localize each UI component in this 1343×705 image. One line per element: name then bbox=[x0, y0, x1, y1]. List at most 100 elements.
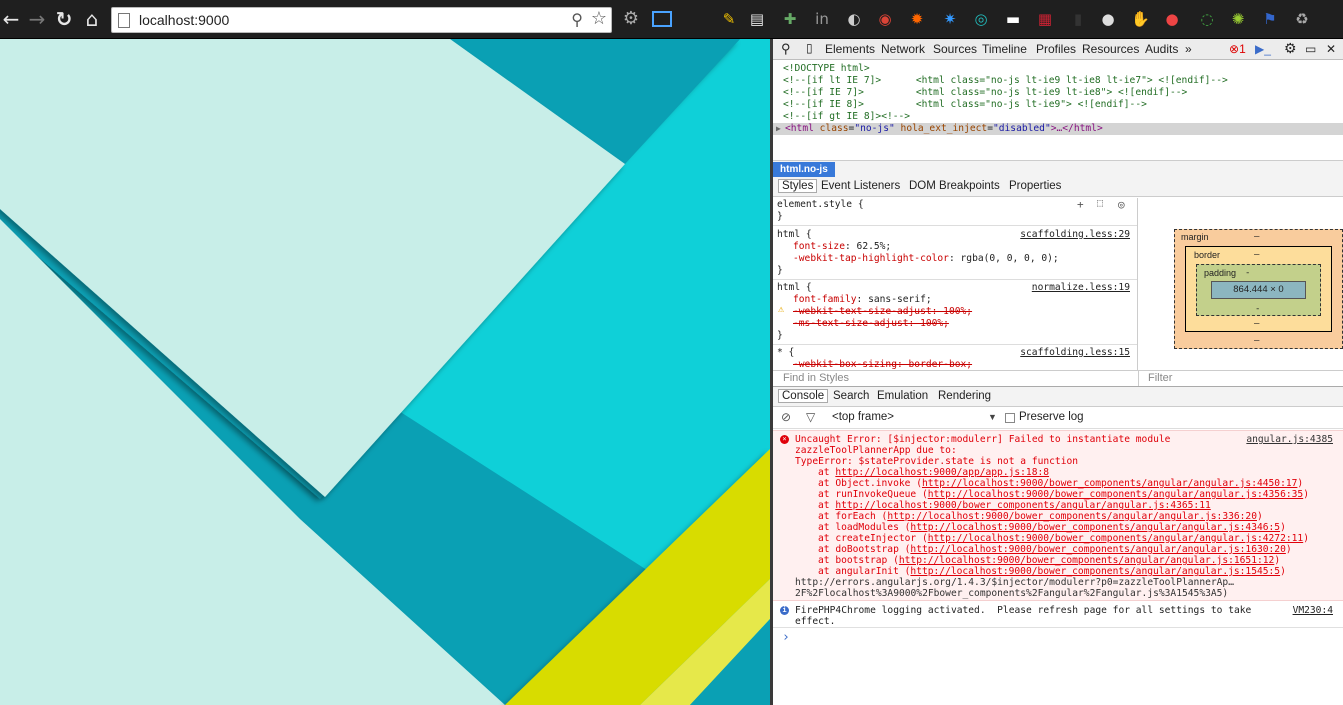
chat-icon[interactable]: ● bbox=[1099, 10, 1117, 28]
rule-source-link[interactable]: normalize.less:19 bbox=[1032, 282, 1130, 293]
fox-icon[interactable]: ✹ bbox=[908, 10, 926, 28]
box-border[interactable]: border – – padding - - 864.444 × 0 bbox=[1185, 246, 1332, 332]
toggle-state-icon[interactable]: ⬚ bbox=[1097, 198, 1103, 209]
console-prompt[interactable]: › bbox=[782, 630, 790, 645]
dom-comment[interactable]: <!--[if lt IE 7]> <html class="no-js lt-… bbox=[783, 75, 1228, 87]
grid-icon[interactable]: ▦ bbox=[1036, 10, 1054, 28]
tab-properties[interactable]: Properties bbox=[1009, 180, 1061, 192]
inspect-search-icon[interactable]: ⚲ bbox=[781, 41, 791, 57]
stack-frame-link[interactable]: http://localhost:9000/bower_components/a… bbox=[928, 489, 1303, 500]
rule-source-link[interactable]: scaffolding.less:15 bbox=[1020, 347, 1130, 358]
settings-gear-icon[interactable]: ⚙ bbox=[1284, 40, 1297, 57]
filter-funnel-icon[interactable]: ▽ bbox=[806, 410, 815, 424]
element-style-selector[interactable]: element.style { bbox=[777, 199, 864, 211]
address-bar-url[interactable]: localhost:9000 bbox=[139, 12, 229, 28]
tab-timeline[interactable]: Timeline bbox=[982, 42, 1027, 56]
info-source-link[interactable]: VM230:4 bbox=[1293, 605, 1333, 616]
expand-triangle-icon[interactable]: ▶ bbox=[776, 123, 781, 135]
style-property[interactable]: font-family: sans-serif; bbox=[793, 294, 932, 306]
rule-selector[interactable]: html { bbox=[777, 229, 812, 241]
box-content[interactable]: 864.444 × 0 bbox=[1211, 281, 1306, 299]
device-mode-icon[interactable]: ▯ bbox=[806, 41, 813, 55]
gear-icon[interactable]: ⚙ bbox=[620, 8, 642, 30]
stack-frame-link[interactable]: http://localhost:9000/bower_components/a… bbox=[910, 566, 1280, 577]
tab-dom-breakpoints[interactable]: DOM Breakpoints bbox=[909, 180, 1000, 192]
dom-html-node[interactable]: <html class="no-js" hola_ext_inject="dis… bbox=[785, 123, 1103, 135]
linkedin-icon[interactable]: in bbox=[813, 10, 831, 28]
rule-source-link[interactable]: scaffolding.less:29 bbox=[1020, 229, 1130, 240]
refresh-icon[interactable]: ◌ bbox=[1198, 10, 1216, 28]
stack-frame-link[interactable]: http://localhost:9000/bower_components/a… bbox=[887, 511, 1257, 522]
stack-frame-link[interactable]: http://localhost:9000/bower_components/a… bbox=[910, 522, 1280, 533]
box-filter-input[interactable]: Filter bbox=[1148, 372, 1172, 384]
dom-selected-row[interactable]: ▶ <html class="no-js" hola_ext_inject="d… bbox=[773, 123, 1343, 135]
flag-icon[interactable]: ⚑ bbox=[1261, 10, 1279, 28]
stack-frame-link[interactable]: http://localhost:9000/bower_components/a… bbox=[835, 500, 1210, 511]
tab-console[interactable]: Console bbox=[778, 389, 829, 403]
style-property[interactable]: font-size: 62.5%; bbox=[793, 241, 891, 253]
tab-styles[interactable]: Styles bbox=[778, 179, 818, 193]
box-padding[interactable]: padding - - 864.444 × 0 bbox=[1196, 264, 1321, 316]
back-arrow-icon[interactable]: ← bbox=[0, 8, 22, 30]
stack-frame-link[interactable]: http://localhost:9000/bower_components/a… bbox=[899, 555, 1274, 566]
error-source-link[interactable]: angular.js:4385 bbox=[1246, 434, 1333, 445]
dom-comment[interactable]: <!--[if IE 7]> <html class="no-js lt-ie9… bbox=[783, 87, 1187, 99]
window-icon[interactable]: ▬ bbox=[1004, 10, 1022, 28]
stack-frame-link[interactable]: http://localhost:9000/bower_components/a… bbox=[928, 533, 1303, 544]
style-property-overridden[interactable]: -webkit-box-sizing: border-box; bbox=[793, 359, 972, 370]
frame-select[interactable]: <top frame> bbox=[832, 411, 894, 423]
breadcrumb[interactable]: html.no-js bbox=[773, 162, 835, 177]
search-icon[interactable]: ⚲ bbox=[571, 10, 583, 29]
error-url[interactable]: http://errors.angularjs.org/1.4.3/$injec… bbox=[795, 577, 1234, 588]
dock-icon[interactable]: ▭ bbox=[1305, 42, 1316, 56]
speed-icon[interactable]: ◎ bbox=[972, 10, 990, 28]
pen-icon[interactable]: ✎ bbox=[720, 10, 738, 28]
notes-icon[interactable]: ▤ bbox=[748, 10, 766, 28]
bug-icon[interactable]: ✷ bbox=[941, 10, 959, 28]
style-property-overridden[interactable]: -webkit-text-size-adjust: 100%; bbox=[793, 306, 972, 318]
forward-arrow-icon[interactable]: → bbox=[26, 8, 48, 30]
rule-selector[interactable]: * { bbox=[777, 347, 794, 359]
stack-frame-link[interactable]: http://localhost:9000/app/app.js:18:8 bbox=[835, 467, 1049, 478]
tab-elements[interactable]: Elements bbox=[825, 42, 875, 56]
stack-frame-link[interactable]: http://localhost:9000/bower_components/a… bbox=[910, 544, 1285, 555]
chevron-down-icon[interactable]: ▼ bbox=[988, 412, 997, 422]
address-bar[interactable]: localhost:9000 ⚲ ☆ bbox=[111, 7, 612, 33]
chrome-icon[interactable]: ◉ bbox=[876, 10, 894, 28]
close-devtools-icon[interactable]: ✕ bbox=[1326, 42, 1336, 56]
tab-emulation[interactable]: Emulation bbox=[877, 390, 928, 402]
error-url[interactable]: 2F%2Flocalhost%3A9000%2Fbower_components… bbox=[795, 588, 1228, 599]
dom-doctype[interactable]: <!DOCTYPE html> bbox=[783, 63, 870, 75]
dom-comment[interactable]: <!--[if gt IE 8]><!--> bbox=[783, 111, 910, 123]
reload-icon[interactable]: ↻ bbox=[53, 8, 75, 30]
tab-resources[interactable]: Resources bbox=[1082, 42, 1139, 56]
puzzle-icon[interactable]: ✚ bbox=[781, 10, 799, 28]
stop-icon[interactable]: ✋ bbox=[1131, 10, 1150, 28]
error-count-badge[interactable]: ⊗1 bbox=[1229, 42, 1246, 56]
screen-capture-icon[interactable] bbox=[652, 11, 672, 27]
more-tabs-icon[interactable]: » bbox=[1185, 42, 1192, 56]
stack-frame-link[interactable]: http://localhost:9000/bower_components/a… bbox=[922, 478, 1297, 489]
tab-search[interactable]: Search bbox=[833, 390, 869, 402]
preserve-log-checkbox[interactable] bbox=[1005, 413, 1015, 423]
add-rule-icon[interactable]: + bbox=[1077, 198, 1084, 211]
tab-sources[interactable]: Sources bbox=[933, 42, 977, 56]
color-dot-icon[interactable]: ● bbox=[1163, 10, 1181, 28]
animation-icon[interactable]: ◎ bbox=[1118, 198, 1125, 211]
wheel-icon[interactable]: ✺ bbox=[1229, 10, 1247, 28]
phone-icon[interactable]: ▮ bbox=[1069, 10, 1087, 28]
console-drawer-icon[interactable]: ▶_ bbox=[1255, 42, 1271, 56]
style-property[interactable]: -webkit-tap-highlight-color: rgba(0, 0, … bbox=[793, 253, 1059, 265]
tab-profiles[interactable]: Profiles bbox=[1036, 42, 1076, 56]
rule-selector[interactable]: html { bbox=[777, 282, 812, 294]
tab-audits[interactable]: Audits bbox=[1145, 42, 1178, 56]
bookmark-star-icon[interactable]: ☆ bbox=[591, 8, 607, 29]
sync-icon[interactable]: ◐ bbox=[845, 10, 863, 28]
box-margin[interactable]: margin – – border – – padding - - 864.44… bbox=[1174, 229, 1343, 349]
find-in-styles-input[interactable]: Find in Styles bbox=[783, 372, 849, 384]
home-icon[interactable]: ⌂ bbox=[81, 8, 103, 30]
clear-console-icon[interactable]: ⊘ bbox=[781, 410, 791, 424]
tab-network[interactable]: Network bbox=[881, 42, 925, 56]
tab-rendering[interactable]: Rendering bbox=[938, 390, 991, 402]
recycle-icon[interactable]: ♻ bbox=[1293, 10, 1311, 28]
